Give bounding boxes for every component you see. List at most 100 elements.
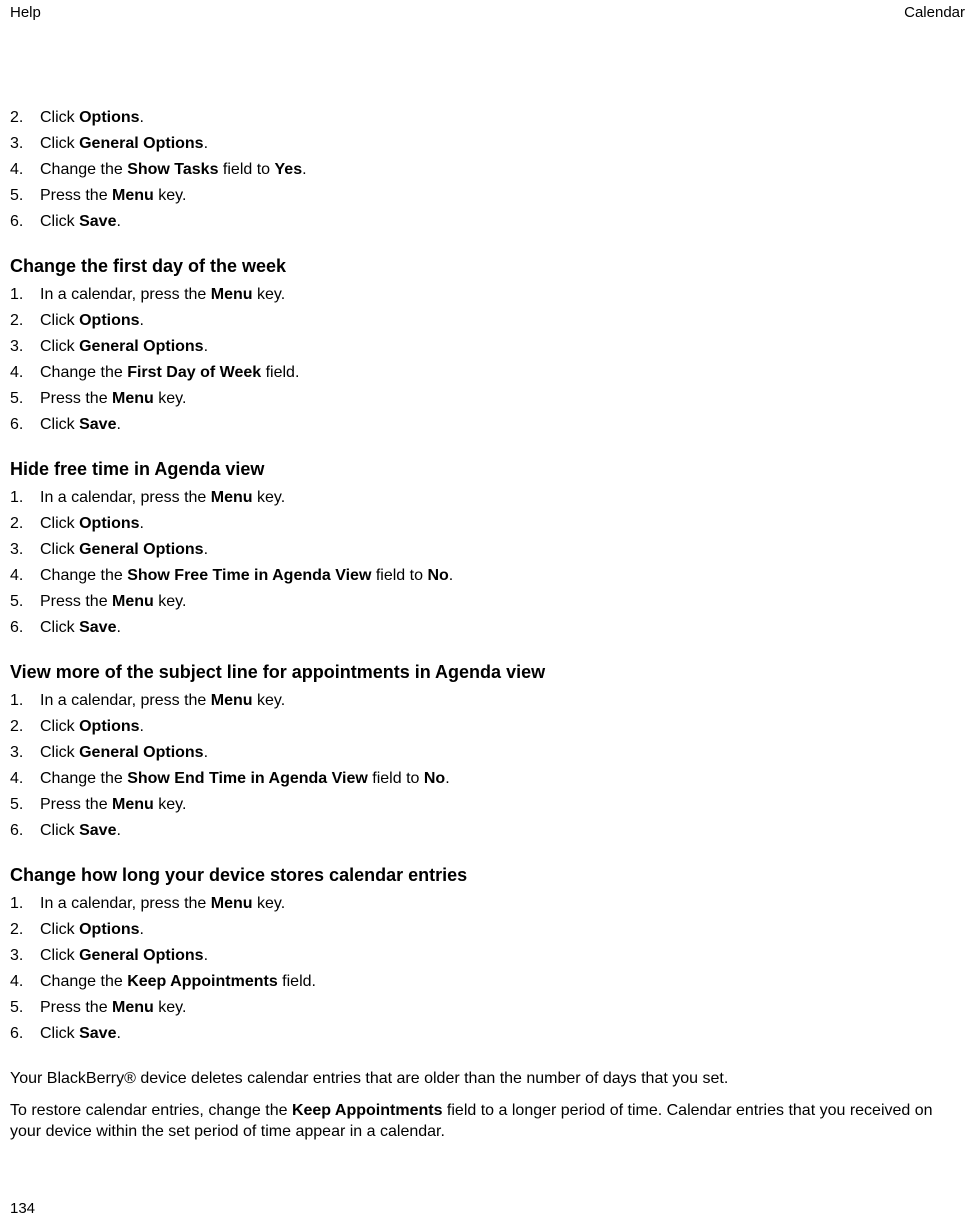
bold-text: Show Free Time in Agenda View: [127, 567, 371, 584]
bold-text: Save: [79, 1025, 116, 1042]
bold-text: Menu: [112, 187, 154, 204]
step-item: 5.Press the Menu key.: [10, 793, 965, 817]
bold-text: Show Tasks: [127, 161, 218, 178]
step-item: 6.Click Save.: [10, 210, 965, 234]
bold-text: General Options: [79, 947, 203, 964]
step-text: Click Options.: [40, 918, 965, 942]
step-text: Click General Options.: [40, 944, 965, 968]
step-number: 3.: [10, 741, 28, 765]
step-number: 6.: [10, 413, 28, 437]
step-number: 3.: [10, 538, 28, 562]
bold-text: Keep Appointments: [127, 973, 278, 990]
step-text: Press the Menu key.: [40, 590, 965, 614]
header-right: Calendar: [904, 4, 965, 21]
step-number: 3.: [10, 132, 28, 156]
step-item: 4.Change the Show End Time in Agenda Vie…: [10, 767, 965, 791]
step-number: 1.: [10, 892, 28, 916]
page-number: 134: [10, 1200, 35, 1217]
bold-text: Options: [79, 312, 139, 329]
section-steps: 1.In a calendar, press the Menu key.2.Cl…: [10, 486, 965, 640]
step-number: 1.: [10, 689, 28, 713]
step-text: Press the Menu key.: [40, 184, 965, 208]
bold-text: Yes: [275, 161, 303, 178]
step-number: 3.: [10, 335, 28, 359]
step-text: Click General Options.: [40, 132, 965, 156]
step-number: 6.: [10, 819, 28, 843]
step-item: 2.Click Options.: [10, 715, 965, 739]
section-heading: Hide free time in Agenda view: [10, 459, 965, 480]
bold-text: Menu: [211, 286, 253, 303]
bold-text: Menu: [112, 390, 154, 407]
step-item: 6. Click Save.: [10, 1022, 965, 1046]
step-number: 6.: [10, 210, 28, 234]
bold-text: General Options: [79, 135, 203, 152]
step-item: 3.Click General Options.: [10, 538, 965, 562]
bold-text: Menu: [112, 593, 154, 610]
section-steps: 1. In a calendar, press the Menu key.2.Cl…: [10, 892, 965, 1046]
bold-text: Save: [79, 213, 116, 230]
step-number: 4.: [10, 158, 28, 182]
step-number: 4.: [10, 361, 28, 385]
step-item: 6.Click Save.: [10, 616, 965, 640]
step-item: 2. Click Options.: [10, 512, 965, 536]
step-number: 2.: [10, 512, 28, 536]
bold-text: No: [424, 770, 445, 787]
step-item: 1. In a calendar, press the Menu key.: [10, 892, 965, 916]
step-text: Click Save.: [40, 616, 965, 640]
header-left: Help: [10, 4, 41, 21]
step-text: Click General Options.: [40, 335, 965, 359]
step-text: Click General Options.: [40, 741, 965, 765]
step-number: 3.: [10, 944, 28, 968]
step-text: Click Save.: [40, 1022, 965, 1046]
step-item: 4. Change the First Day of Week field.: [10, 361, 965, 385]
step-number: 4.: [10, 970, 28, 994]
step-text: Change the Show Free Time in Agenda View…: [40, 564, 965, 588]
bold-text: Menu: [211, 895, 253, 912]
step-item: 5.Press the Menu key.: [10, 590, 965, 614]
bold-text: Options: [79, 515, 139, 532]
step-item: 4.Change the Show Free Time in Agenda Vi…: [10, 564, 965, 588]
step-text: In a calendar, press the Menu key.: [40, 892, 965, 916]
step-text: Change the Keep Appointments field.: [40, 970, 965, 994]
bold-text: Menu: [112, 796, 154, 813]
step-number: 6.: [10, 1022, 28, 1046]
bold-text: General Options: [79, 744, 203, 761]
step-text: Change the Show Tasks field to Yes.: [40, 158, 965, 182]
step-item: 5.Press the Menu key.: [10, 387, 965, 411]
step-number: 5.: [10, 996, 28, 1020]
bold-text: Menu: [112, 999, 154, 1016]
step-text: Click Save.: [40, 413, 965, 437]
bold-text: Save: [79, 822, 116, 839]
section-heading: Change how long your device stores calen…: [10, 865, 965, 886]
section-heading: Change the first day of the week: [10, 256, 965, 277]
step-text: Click Save.: [40, 819, 965, 843]
bold-text: Menu: [211, 489, 253, 506]
bold-text: Keep Appointments: [292, 1102, 443, 1119]
step-item: 3. Click General Options.: [10, 335, 965, 359]
step-text: Click Options.: [40, 512, 965, 536]
step-item: 5. Press the Menu key.: [10, 996, 965, 1020]
step-item: 5.Press the Menu key.: [10, 184, 965, 208]
step-number: 5.: [10, 387, 28, 411]
step-text: In a calendar, press the Menu key.: [40, 283, 965, 307]
section-heading: View more of the subject line for appoin…: [10, 662, 965, 683]
step-text: Press the Menu key.: [40, 996, 965, 1020]
step-item: 4. Change the Keep Appointments field.: [10, 970, 965, 994]
sections: Change the first day of the week 1. In a c…: [10, 256, 965, 1143]
bold-text: Options: [79, 921, 139, 938]
step-text: Press the Menu key.: [40, 793, 965, 817]
body-paragraph: To restore calendar entries, change the …: [10, 1100, 965, 1143]
bold-text: Options: [79, 109, 139, 126]
step-item: 2.Click Options.: [10, 106, 965, 130]
step-number: 4.: [10, 767, 28, 791]
step-item: 3. Click General Options.: [10, 944, 965, 968]
step-number: 2.: [10, 715, 28, 739]
step-item: 2.Click Options.: [10, 918, 965, 942]
step-item: 1.In a calendar, press the Menu key.: [10, 283, 965, 307]
section-steps: 1.In a calendar, press the Menu key.2.Cl…: [10, 283, 965, 437]
bold-text: No: [427, 567, 448, 584]
page-header: Help Calendar: [10, 4, 965, 21]
step-text: Change the First Day of Week field.: [40, 361, 965, 385]
step-item: 3. Click General Options.: [10, 741, 965, 765]
body-paragraph: Your BlackBerry® device deletes calendar…: [10, 1068, 965, 1090]
